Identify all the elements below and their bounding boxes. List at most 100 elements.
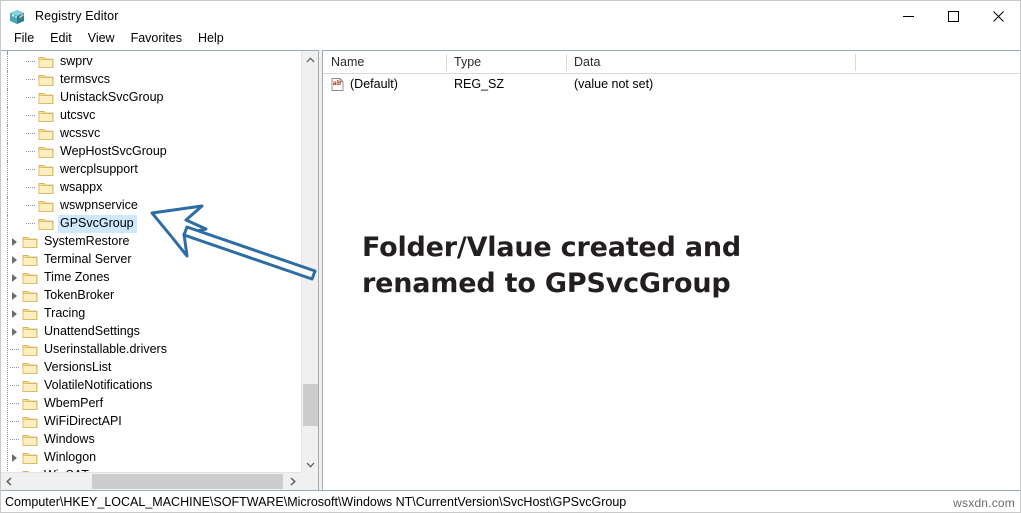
tree-item-label: wsappx xyxy=(60,180,103,195)
tree-item-termsvcs[interactable]: termsvcs xyxy=(0,71,301,89)
tree-connector xyxy=(22,71,38,89)
tree-scroll-up-button[interactable] xyxy=(302,51,318,68)
folder-icon xyxy=(22,289,38,303)
scroll-up-arrow-icon xyxy=(306,56,315,62)
registry-tree-pane: swprv termsvcs UnistackSvcGroup utcsvc wcssv… xyxy=(0,50,318,490)
tree-item-label: Userinstallable.drivers xyxy=(44,342,167,357)
menu-favorites[interactable]: Favorites xyxy=(123,30,190,48)
folder-icon xyxy=(38,91,54,105)
tree-indent-guide xyxy=(0,179,22,197)
tree-indent-guide xyxy=(0,215,22,233)
column-header-data[interactable]: Data xyxy=(566,51,855,73)
tree-expander-icon[interactable] xyxy=(6,449,22,467)
tree-item-versionslist[interactable]: VersionsList xyxy=(0,359,301,377)
folder-icon xyxy=(38,181,54,195)
tree-vertical-scrollbar[interactable] xyxy=(301,51,318,473)
folder-icon xyxy=(38,199,54,213)
tree-item-winlogon[interactable]: Winlogon xyxy=(0,449,301,467)
tree-item-label: VolatileNotifications xyxy=(44,378,153,393)
tree-expander-icon[interactable] xyxy=(6,233,22,251)
tree-vertical-scroll-thumb[interactable] xyxy=(303,384,318,426)
tree-item-swprv[interactable]: swprv xyxy=(0,53,301,71)
tree-expander-icon[interactable] xyxy=(6,323,22,341)
folder-icon xyxy=(22,235,38,249)
svg-text:ab: ab xyxy=(333,80,342,87)
menu-file[interactable]: File xyxy=(6,30,42,48)
tree-scroll-right-button[interactable] xyxy=(284,473,301,490)
tree-item-time-zones[interactable]: Time Zones xyxy=(0,269,301,287)
menu-bar: File Edit View Favorites Help xyxy=(0,28,1021,50)
tree-horizontal-scroll-thumb[interactable] xyxy=(92,474,283,489)
folder-icon xyxy=(22,307,38,321)
tree-item-label: Tracing xyxy=(44,306,86,321)
status-bar: Computer\HKEY_LOCAL_MACHINE\SOFTWARE\Mic… xyxy=(0,490,1021,513)
folder-icon xyxy=(22,433,38,447)
scroll-left-arrow-icon xyxy=(5,477,11,486)
tree-item-wsappx[interactable]: wsappx xyxy=(0,179,301,197)
tree-item-label: wercplsupport xyxy=(60,162,138,177)
tree-item-label: SystemRestore xyxy=(44,234,130,249)
folder-icon xyxy=(22,271,38,285)
tree-connector xyxy=(6,359,22,377)
menu-help[interactable]: Help xyxy=(190,30,232,48)
tree-item-windows[interactable]: Windows xyxy=(0,431,301,449)
tree-item-wercplsupport[interactable]: wercplsupport xyxy=(0,161,301,179)
tree-item-wephostsvcgroup[interactable]: WepHostSvcGroup xyxy=(0,143,301,161)
main-content: swprv termsvcs UnistackSvcGroup utcsvc wcssv… xyxy=(0,50,1021,490)
tree-item-wswpnservice[interactable]: wswpnservice xyxy=(0,197,301,215)
tree-item-label: Windows xyxy=(44,432,95,447)
tree-item-unattendsettings[interactable]: UnattendSettings xyxy=(0,323,301,341)
menu-view[interactable]: View xyxy=(80,30,123,48)
tree-connector xyxy=(22,89,38,107)
tree-connector xyxy=(22,53,38,71)
tree-item-label: TokenBroker xyxy=(44,288,115,303)
folder-icon xyxy=(22,379,38,393)
tree-expander-icon[interactable] xyxy=(6,251,22,269)
column-header-name[interactable]: Name xyxy=(323,51,446,73)
tree-indent-guide xyxy=(0,197,22,215)
scroll-down-arrow-icon xyxy=(306,462,315,468)
tree-item-tracing[interactable]: Tracing xyxy=(0,305,301,323)
tree-indent-guide xyxy=(0,71,22,89)
values-list-rows: ab (Default) REG_SZ (value not set) xyxy=(323,74,1021,94)
tree-item-wcssvc[interactable]: wcssvc xyxy=(0,125,301,143)
tree-scroll-down-button[interactable] xyxy=(302,456,318,473)
tree-scroll-left-button[interactable] xyxy=(0,473,17,490)
tree-horizontal-scrollbar[interactable] xyxy=(0,472,301,490)
maximize-icon xyxy=(948,11,959,22)
tree-item-utcsvc[interactable]: utcsvc xyxy=(0,107,301,125)
tree-item-label: WbemPerf xyxy=(44,396,104,411)
tree-expander-icon[interactable] xyxy=(6,287,22,305)
tree-expander-icon[interactable] xyxy=(6,269,22,287)
tree-item-label: wswpnservice xyxy=(60,198,138,213)
tree-item-systemrestore[interactable]: SystemRestore xyxy=(0,233,301,251)
value-name-text: (Default) xyxy=(350,76,398,91)
tree-item-terminal-server[interactable]: Terminal Server xyxy=(0,251,301,269)
tree-item-unistacksvcgroup[interactable]: UnistackSvcGroup xyxy=(0,89,301,107)
folder-icon xyxy=(38,127,54,141)
column-header-type[interactable]: Type xyxy=(446,51,566,73)
tree-item-label: utcsvc xyxy=(60,108,96,123)
folder-icon xyxy=(38,109,54,123)
tree-item-wifidirectapi[interactable]: WiFiDirectAPI xyxy=(0,413,301,431)
tree-item-label: UnattendSettings xyxy=(44,324,140,339)
tree-expander-icon[interactable] xyxy=(6,305,22,323)
values-list-row[interactable]: ab (Default) REG_SZ (value not set) xyxy=(323,74,1021,94)
tree-item-label: Terminal Server xyxy=(44,252,132,267)
tree-connector xyxy=(22,197,38,215)
tree-connector xyxy=(6,413,22,431)
tree-item-volatilenotifications[interactable]: VolatileNotifications xyxy=(0,377,301,395)
registry-editor-icon xyxy=(8,8,26,26)
tree-connector xyxy=(22,107,38,125)
folder-icon xyxy=(22,415,38,429)
folder-icon xyxy=(38,217,54,231)
tree-indent-guide xyxy=(0,107,22,125)
tree-item-wbemperf[interactable]: WbemPerf xyxy=(0,395,301,413)
tree-item-tokenbroker[interactable]: TokenBroker xyxy=(0,287,301,305)
tree-item-userinstallable-drivers[interactable]: Userinstallable.drivers xyxy=(0,341,301,359)
registry-tree[interactable]: swprv termsvcs UnistackSvcGroup utcsvc wcssv… xyxy=(0,51,301,473)
status-bar-path: Computer\HKEY_LOCAL_MACHINE\SOFTWARE\Mic… xyxy=(5,494,627,509)
tree-item-label: Time Zones xyxy=(44,270,110,285)
tree-item-gpsvcgroup[interactable]: GPSvcGroup xyxy=(0,215,301,233)
menu-edit[interactable]: Edit xyxy=(42,30,80,48)
